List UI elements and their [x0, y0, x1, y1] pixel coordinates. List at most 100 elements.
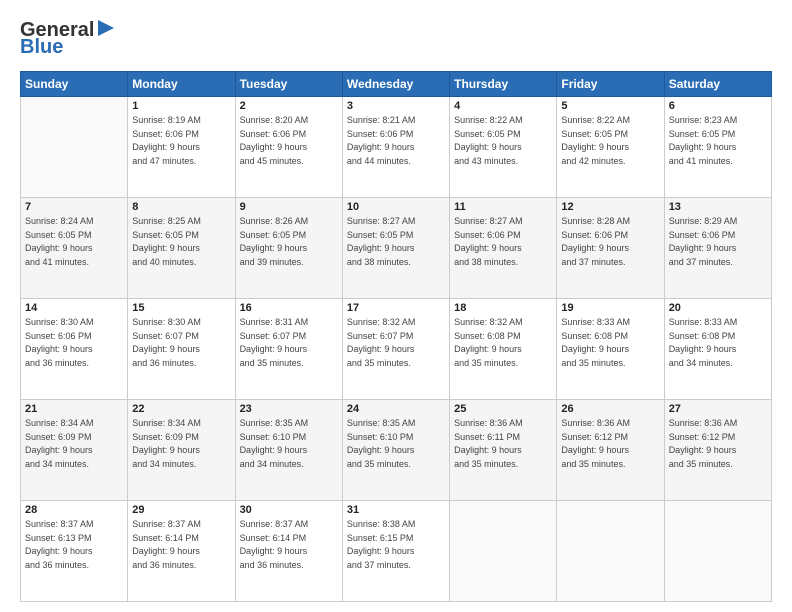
day-info-line: and 35 minutes.	[454, 458, 552, 472]
day-info-line: Sunrise: 8:33 AM	[669, 316, 767, 330]
day-info-line: and 35 minutes.	[454, 357, 552, 371]
day-info-line: and 34 minutes.	[240, 458, 338, 472]
calendar-cell: 24Sunrise: 8:35 AMSunset: 6:10 PMDayligh…	[342, 400, 449, 501]
day-info-line: and 37 minutes.	[561, 256, 659, 270]
day-info-line: Daylight: 9 hours	[669, 141, 767, 155]
day-info-line: and 34 minutes.	[132, 458, 230, 472]
day-info-line: Daylight: 9 hours	[454, 141, 552, 155]
calendar-week-row: 21Sunrise: 8:34 AMSunset: 6:09 PMDayligh…	[21, 400, 772, 501]
weekday-header-wednesday: Wednesday	[342, 72, 449, 97]
day-info-line: Sunrise: 8:30 AM	[25, 316, 123, 330]
calendar-cell: 19Sunrise: 8:33 AMSunset: 6:08 PMDayligh…	[557, 299, 664, 400]
day-info-line: Sunset: 6:05 PM	[132, 229, 230, 243]
calendar-cell: 9Sunrise: 8:26 AMSunset: 6:05 PMDaylight…	[235, 198, 342, 299]
day-info-line: and 36 minutes.	[132, 357, 230, 371]
day-info-line: Sunset: 6:06 PM	[240, 128, 338, 142]
calendar-cell: 22Sunrise: 8:34 AMSunset: 6:09 PMDayligh…	[128, 400, 235, 501]
day-info-line: Sunrise: 8:32 AM	[347, 316, 445, 330]
day-info: Sunrise: 8:30 AMSunset: 6:07 PMDaylight:…	[132, 316, 230, 370]
day-info-line: Daylight: 9 hours	[347, 545, 445, 559]
day-info-line: Sunset: 6:14 PM	[132, 532, 230, 546]
weekday-header-sunday: Sunday	[21, 72, 128, 97]
day-info-line: and 36 minutes.	[240, 559, 338, 573]
day-info-line: Daylight: 9 hours	[454, 444, 552, 458]
calendar-cell: 13 Sunrise: 8:29 AMSunset: 6:06 PMDayligh…	[664, 198, 771, 299]
day-info-line: Sunset: 6:05 PM	[347, 229, 445, 243]
day-info-line: and 38 minutes.	[454, 256, 552, 270]
day-info-line: Daylight: 9 hours	[561, 343, 659, 357]
day-info-line: and 39 minutes.	[240, 256, 338, 270]
day-info-line: Sunset: 6:06 PM	[132, 128, 230, 142]
day-info-line: Sunrise: 8:36 AM	[454, 417, 552, 431]
day-info-line: Sunset: 6:12 PM	[669, 431, 767, 445]
weekday-header-tuesday: Tuesday	[235, 72, 342, 97]
day-info-line: and 42 minutes.	[561, 155, 659, 169]
day-info: Sunrise: 8:33 AMSunset: 6:08 PMDaylight:…	[669, 316, 767, 370]
day-info-line: Sunset: 6:09 PM	[132, 431, 230, 445]
day-info-line: Sunset: 6:06 PM	[669, 229, 767, 243]
day-info: Sunrise: 8:24 AMSunset: 6:05 PMDaylight:…	[25, 215, 123, 269]
day-number: 4	[454, 100, 552, 112]
day-info: Sunrise: 8:38 AMSunset: 6:15 PMDaylight:…	[347, 518, 445, 572]
day-info-line: Sunrise: 8:32 AM	[454, 316, 552, 330]
day-info-line: Sunset: 6:05 PM	[25, 229, 123, 243]
day-number: 21	[25, 403, 123, 415]
day-number: 19	[561, 302, 659, 314]
day-info: Sunrise: 8:29 AMSunset: 6:06 PMDaylight:…	[669, 215, 767, 269]
day-number: 13	[669, 201, 767, 213]
day-info-line: Sunset: 6:15 PM	[347, 532, 445, 546]
day-info-line: Daylight: 9 hours	[347, 444, 445, 458]
day-info-line: and 38 minutes.	[347, 256, 445, 270]
day-info: Sunrise: 8:23 AMSunset: 6:05 PMDaylight:…	[669, 114, 767, 168]
day-info-line: Sunrise: 8:36 AM	[561, 417, 659, 431]
day-info-line: Daylight: 9 hours	[669, 343, 767, 357]
day-info: Sunrise: 8:21 AMSunset: 6:06 PMDaylight:…	[347, 114, 445, 168]
day-info-line: Sunrise: 8:27 AM	[454, 215, 552, 229]
day-info: Sunrise: 8:36 AMSunset: 6:12 PMDaylight:…	[669, 417, 767, 471]
day-info-line: Daylight: 9 hours	[25, 545, 123, 559]
calendar-table: SundayMondayTuesdayWednesdayThursdayFrid…	[20, 71, 772, 602]
day-info: Sunrise: 8:36 AMSunset: 6:12 PMDaylight:…	[561, 417, 659, 471]
day-number: 3	[347, 100, 445, 112]
day-info-line: Sunset: 6:05 PM	[240, 229, 338, 243]
day-info-line: Sunset: 6:06 PM	[25, 330, 123, 344]
day-number: 10	[347, 201, 445, 213]
day-info-line: Daylight: 9 hours	[240, 242, 338, 256]
day-info: Sunrise: 8:22 AMSunset: 6:05 PMDaylight:…	[454, 114, 552, 168]
day-info-line: Daylight: 9 hours	[132, 545, 230, 559]
day-info-line: Daylight: 9 hours	[25, 343, 123, 357]
calendar-cell	[557, 501, 664, 602]
day-info-line: Sunrise: 8:21 AM	[347, 114, 445, 128]
day-info-line: Sunrise: 8:19 AM	[132, 114, 230, 128]
day-info-line: Sunrise: 8:23 AM	[669, 114, 767, 128]
calendar-cell: 28Sunrise: 8:37 AMSunset: 6:13 PMDayligh…	[21, 501, 128, 602]
day-info: Sunrise: 8:34 AMSunset: 6:09 PMDaylight:…	[132, 417, 230, 471]
day-info-line: Daylight: 9 hours	[132, 343, 230, 357]
day-number: 2	[240, 100, 338, 112]
day-info-line: Sunrise: 8:33 AM	[561, 316, 659, 330]
day-info-line: Sunset: 6:11 PM	[454, 431, 552, 445]
day-number: 24	[347, 403, 445, 415]
weekday-header-row: SundayMondayTuesdayWednesdayThursdayFrid…	[21, 72, 772, 97]
page: General Blue SundayMondayTuesdayWednesda…	[0, 0, 792, 612]
day-info-line: and 35 minutes.	[347, 357, 445, 371]
day-info-line: Sunrise: 8:34 AM	[132, 417, 230, 431]
calendar-cell: 29Sunrise: 8:37 AMSunset: 6:14 PMDayligh…	[128, 501, 235, 602]
day-info: Sunrise: 8:27 AMSunset: 6:06 PMDaylight:…	[454, 215, 552, 269]
calendar-cell: 12Sunrise: 8:28 AMSunset: 6:06 PMDayligh…	[557, 198, 664, 299]
day-info-line: Daylight: 9 hours	[454, 343, 552, 357]
day-info-line: Sunrise: 8:31 AM	[240, 316, 338, 330]
day-info-line: Daylight: 9 hours	[454, 242, 552, 256]
day-info-line: Daylight: 9 hours	[25, 242, 123, 256]
day-info-line: Sunset: 6:10 PM	[240, 431, 338, 445]
day-info: Sunrise: 8:35 AMSunset: 6:10 PMDaylight:…	[240, 417, 338, 471]
day-info-line: Daylight: 9 hours	[561, 242, 659, 256]
day-info-line: Daylight: 9 hours	[669, 444, 767, 458]
calendar-cell: 11Sunrise: 8:27 AMSunset: 6:06 PMDayligh…	[450, 198, 557, 299]
day-number: 17	[347, 302, 445, 314]
day-number: 15	[132, 302, 230, 314]
day-info-line: Sunset: 6:09 PM	[25, 431, 123, 445]
day-info-line: Daylight: 9 hours	[132, 141, 230, 155]
calendar-cell: 1Sunrise: 8:19 AMSunset: 6:06 PMDaylight…	[128, 97, 235, 198]
day-info-line: Sunrise: 8:26 AM	[240, 215, 338, 229]
